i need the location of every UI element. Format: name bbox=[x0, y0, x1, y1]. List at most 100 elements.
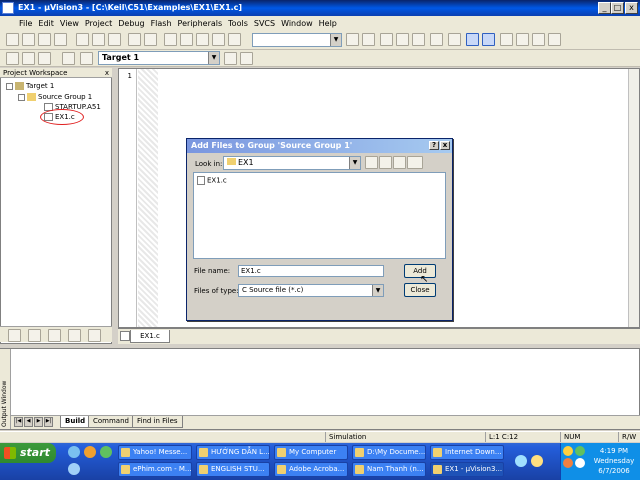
output-toggle-icon[interactable] bbox=[482, 33, 495, 46]
task-uvision[interactable]: EX1 - µVision3... bbox=[430, 462, 504, 477]
quicklaunch-desktop-icon[interactable] bbox=[100, 446, 112, 458]
menu-file[interactable]: File bbox=[16, 19, 35, 28]
undo-icon[interactable] bbox=[128, 33, 141, 46]
task-english-study[interactable]: ENGLISH STU... bbox=[196, 462, 270, 477]
redo-icon[interactable] bbox=[144, 33, 157, 46]
task-nam-thanh[interactable]: Nam Thanh (n... bbox=[352, 462, 426, 477]
save-icon[interactable] bbox=[38, 33, 51, 46]
file-type-select[interactable]: C Source file (*.c) ▼ bbox=[238, 284, 384, 297]
menu-flash[interactable]: Flash bbox=[148, 19, 175, 28]
back-arrow-icon[interactable] bbox=[380, 33, 393, 46]
cut-icon[interactable] bbox=[76, 33, 89, 46]
task-huong-dan[interactable]: HƯỚNG DẪN L... bbox=[196, 445, 270, 460]
regs-tab-icon[interactable] bbox=[28, 329, 41, 342]
menu-debug[interactable]: Debug bbox=[115, 19, 147, 28]
quicklaunch-ie-icon[interactable] bbox=[68, 446, 80, 458]
look-in-select[interactable]: EX1 ▼ bbox=[223, 156, 361, 170]
open-folder-icon[interactable] bbox=[22, 33, 35, 46]
task-adobe-acrobat[interactable]: Adobe Acroba... bbox=[274, 462, 348, 477]
view-menu-icon[interactable] bbox=[407, 156, 423, 169]
last-tab-icon[interactable]: ▶| bbox=[44, 417, 53, 427]
find-files-icon[interactable] bbox=[228, 33, 241, 46]
vertical-scrollbar[interactable] bbox=[628, 69, 639, 327]
bookmark-icon[interactable] bbox=[180, 33, 193, 46]
tree-group[interactable]: Source Group 1 bbox=[18, 93, 92, 101]
tray-antivirus-icon[interactable] bbox=[563, 458, 573, 468]
tray-volume-icon[interactable] bbox=[575, 458, 585, 468]
functions-tab-icon[interactable] bbox=[68, 329, 81, 342]
task-my-documents[interactable]: D:\My Docume... bbox=[352, 445, 426, 460]
tray-lang-icon[interactable] bbox=[531, 455, 543, 467]
collapse-icon[interactable] bbox=[6, 82, 13, 90]
download-icon[interactable] bbox=[80, 52, 93, 65]
task-yahoo[interactable]: Yahoo! Messe... bbox=[118, 445, 192, 460]
memory-icon[interactable] bbox=[516, 33, 529, 46]
bookmark-next-icon[interactable] bbox=[212, 33, 225, 46]
print-icon[interactable] bbox=[430, 33, 443, 46]
jump-icon[interactable] bbox=[412, 33, 425, 46]
tab-find-in-files[interactable]: Find in Files bbox=[132, 416, 183, 428]
menu-svcs[interactable]: SVCS bbox=[251, 19, 278, 28]
target-options-icon[interactable] bbox=[224, 52, 237, 65]
files-tab-icon[interactable] bbox=[8, 329, 21, 342]
menu-window[interactable]: Window bbox=[278, 19, 316, 28]
target-select[interactable]: Target 1 ▼ bbox=[98, 51, 220, 65]
translate-icon[interactable] bbox=[6, 52, 19, 65]
books-tab-icon[interactable] bbox=[48, 329, 61, 342]
build-icon[interactable] bbox=[22, 52, 35, 65]
editor-tab[interactable]: EX1.c bbox=[130, 330, 170, 343]
close-button[interactable]: x bbox=[625, 2, 638, 14]
menu-tools[interactable]: Tools bbox=[225, 19, 251, 28]
debug-icon[interactable] bbox=[448, 33, 461, 46]
menu-help[interactable]: Help bbox=[316, 19, 340, 28]
new-file-icon[interactable] bbox=[6, 33, 19, 46]
tray-network-icon[interactable] bbox=[575, 446, 585, 456]
clock[interactable]: 4:19 PM Wednesday 6/7/2006 bbox=[589, 446, 639, 476]
binoculars-icon[interactable] bbox=[362, 33, 375, 46]
components-icon[interactable] bbox=[240, 52, 253, 65]
prev-tab-icon[interactable]: ◀ bbox=[24, 417, 33, 427]
workspace-close-icon[interactable]: x bbox=[105, 68, 109, 78]
tab-command[interactable]: Command bbox=[88, 416, 134, 428]
dialog-close-button[interactable]: x bbox=[440, 141, 450, 150]
file-name-input[interactable]: EX1.c bbox=[238, 265, 384, 277]
tab-build[interactable]: Build bbox=[60, 416, 91, 428]
quicklaunch-messenger-icon[interactable] bbox=[68, 463, 80, 475]
task-ephim[interactable]: ePhim.com - M... bbox=[118, 462, 192, 477]
tray-yahoo-icon[interactable] bbox=[563, 446, 573, 456]
tray-expand-icon[interactable] bbox=[515, 455, 527, 467]
watch-icon[interactable] bbox=[532, 33, 545, 46]
menu-edit[interactable]: Edit bbox=[35, 19, 57, 28]
menu-project[interactable]: Project bbox=[82, 19, 115, 28]
chevron-down-icon[interactable]: ▼ bbox=[372, 285, 383, 296]
stop-build-icon[interactable] bbox=[62, 52, 75, 65]
templates-tab-icon[interactable] bbox=[88, 329, 101, 342]
find-combo[interactable]: ▼ bbox=[252, 33, 342, 47]
file-list[interactable]: EX1.c bbox=[193, 172, 446, 259]
restore-button[interactable]: □ bbox=[611, 2, 624, 14]
bookmark-prev-icon[interactable] bbox=[196, 33, 209, 46]
find-icon[interactable] bbox=[346, 33, 359, 46]
up-folder-icon[interactable] bbox=[379, 156, 392, 169]
back-arrow-icon[interactable] bbox=[365, 156, 378, 169]
chevron-down-icon[interactable]: ▼ bbox=[330, 34, 341, 46]
menu-peripherals[interactable]: Peripherals bbox=[175, 19, 226, 28]
file-list-item[interactable]: EX1.c bbox=[197, 176, 227, 185]
quicklaunch-media-icon[interactable] bbox=[84, 446, 96, 458]
save-all-icon[interactable] bbox=[54, 33, 67, 46]
copy-icon[interactable] bbox=[92, 33, 105, 46]
next-tab-icon[interactable]: ▶ bbox=[34, 417, 43, 427]
collapse-icon[interactable] bbox=[18, 93, 25, 101]
task-my-computer[interactable]: My Computer bbox=[274, 445, 348, 460]
new-folder-icon[interactable] bbox=[393, 156, 406, 169]
rebuild-icon[interactable] bbox=[38, 52, 51, 65]
tree-target[interactable]: Target 1 bbox=[6, 82, 54, 90]
settings-icon[interactable] bbox=[548, 33, 561, 46]
minimize-button[interactable]: _ bbox=[598, 2, 611, 14]
close-dialog-button[interactable]: Close bbox=[404, 283, 436, 297]
hand-icon[interactable] bbox=[500, 33, 513, 46]
menu-view[interactable]: View bbox=[57, 19, 82, 28]
task-internet-download[interactable]: Internet Down... bbox=[430, 445, 504, 460]
workspace-toggle-icon[interactable] bbox=[466, 33, 479, 46]
indent-icon[interactable] bbox=[164, 33, 177, 46]
